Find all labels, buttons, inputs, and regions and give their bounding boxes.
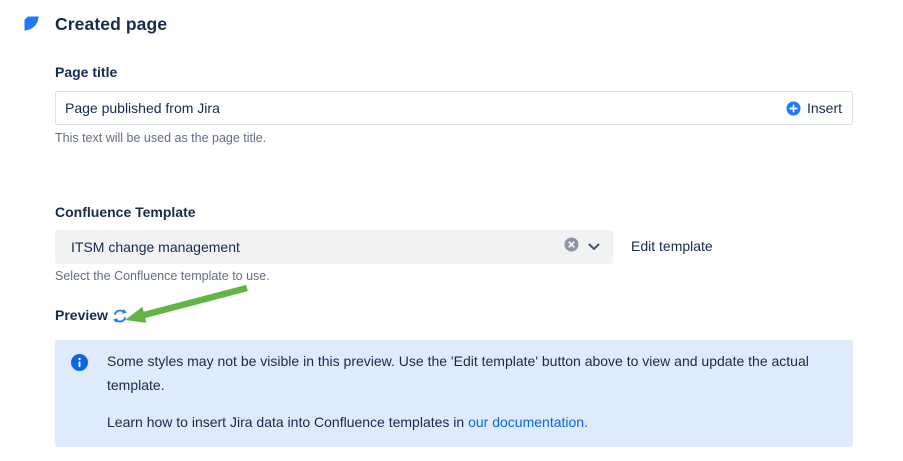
learn-more-text: Learn how to insert Jira data into Confl… bbox=[107, 414, 468, 430]
chevron-down-icon[interactable] bbox=[588, 238, 600, 256]
page-title: Created page bbox=[55, 14, 167, 35]
template-select-value: ITSM change management bbox=[55, 239, 240, 255]
clear-x-icon[interactable] bbox=[564, 237, 579, 257]
template-help-text: Select the Confluence template to use. bbox=[55, 269, 270, 283]
info-panel-message: Some styles may not be visible in this p… bbox=[107, 349, 842, 397]
info-panel: Some styles may not be visible in this p… bbox=[55, 340, 853, 447]
documentation-link[interactable]: our documentation. bbox=[468, 414, 588, 430]
template-field-label: Confluence Template bbox=[55, 204, 196, 220]
confluence-page-icon bbox=[24, 16, 39, 31]
preview-label: Preview bbox=[55, 307, 108, 323]
created-page-panel: Created page Page title Page published f… bbox=[0, 0, 903, 461]
insert-button[interactable]: Insert bbox=[786, 100, 852, 116]
page-title-input-value: Page published from Jira bbox=[56, 100, 220, 116]
info-panel-learn-more: Learn how to insert Jira data into Confl… bbox=[107, 410, 842, 434]
edit-template-button[interactable]: Edit template bbox=[631, 238, 713, 254]
info-icon bbox=[71, 354, 88, 371]
page-title-input[interactable]: Page published from Jira Insert bbox=[55, 91, 853, 125]
template-select[interactable]: ITSM change management bbox=[55, 230, 613, 264]
plus-circle-icon bbox=[786, 101, 801, 116]
page-title-help-text: This text will be used as the page title… bbox=[55, 131, 266, 145]
page-title-field-label: Page title bbox=[55, 64, 117, 80]
insert-button-label: Insert bbox=[807, 100, 842, 116]
refresh-icon[interactable] bbox=[112, 308, 128, 324]
